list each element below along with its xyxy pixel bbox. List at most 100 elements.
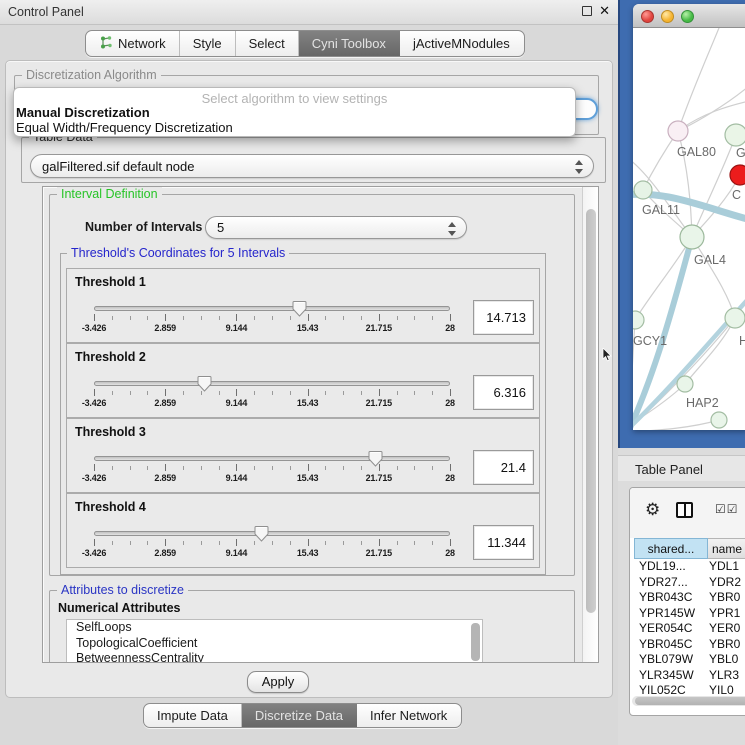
network-node-gcy1[interactable] [633,311,644,329]
slider-tick-label: 9.144 [214,473,258,483]
attribute-list[interactable]: SelfLoopsTopologicalCoefficientBetweenne… [66,619,483,663]
tab-label: Network [118,36,166,51]
tab-label: Style [193,36,222,51]
slider-tick [254,391,255,395]
network-node[interactable] [730,165,745,185]
combo-arrows-icon [575,159,584,175]
slider-tick [343,541,344,545]
attribute-item[interactable]: SelfLoops [67,620,482,636]
slider-tick-label: 21.715 [357,473,401,483]
slider-tick-label: -3.426 [72,323,116,333]
scrollbar-thumb[interactable] [635,697,745,705]
slider-tick-label: 15.43 [286,323,330,333]
tab-style[interactable]: Style [180,31,236,56]
slider-tick [361,391,362,395]
slider-tick-label: -3.426 [72,548,116,558]
table-row[interactable]: YLR345WYLR3 [630,668,745,684]
column-header-shared-name[interactable]: shared... [634,538,708,559]
slider-tick [130,541,131,545]
network-node[interactable] [725,124,745,146]
control-panel-titlebar[interactable]: Control Panel ✕ [0,0,618,25]
slider-tick [361,541,362,545]
slider-tick [379,389,380,396]
threshold-value-field[interactable]: 11.344 [473,525,534,560]
table-data-selected: galFiltered.sif default node [42,159,194,174]
slider-tick [272,541,273,545]
network-icon [99,35,113,53]
gear-icon[interactable]: ⚙ [645,500,660,520]
network-node-gal4[interactable] [680,225,704,249]
node-table: ⚙ ☑☑ shared... name YDL19...YDL1YDR27...… [629,487,745,716]
float-window-icon[interactable] [582,6,592,16]
settings-vertical-scrollbar[interactable] [582,187,598,662]
zoom-traffic-icon[interactable] [681,10,694,23]
threshold-row-4: Threshold 4-3.4262.8599.14415.4321.71528… [66,493,540,568]
network-node[interactable] [711,412,727,428]
network-window-titlebar[interactable] [633,4,745,28]
tab-discretize-data[interactable]: Discretize Data [242,704,357,727]
table-row[interactable]: YBL079WYBL0 [630,652,745,668]
column-split-icon[interactable] [676,502,693,518]
attribute-item[interactable]: TopologicalCoefficient [67,636,482,652]
attribute-list-scrollbar[interactable] [471,623,480,661]
close-traffic-icon[interactable] [641,10,654,23]
tab-impute-data[interactable]: Impute Data [144,704,242,727]
table-toolbar: ⚙ ☑☑ [630,488,745,538]
threshold-value-field[interactable]: 6.316 [473,375,534,410]
network-node[interactable] [634,181,652,199]
network-canvas[interactable]: GAL80GCGAL11GAL4GCY1HHAP2 [633,28,745,430]
select-columns-icon[interactable]: ☑☑ [715,502,739,516]
algorithm-option-1[interactable]: Manual Discretization [16,105,150,120]
group-title: Discretization Algorithm [22,68,161,82]
tab-network[interactable]: Network [86,31,180,56]
table-row[interactable]: YBR043CYBR0 [630,590,745,606]
table-panel-header[interactable]: Table Panel [618,455,745,481]
table-row[interactable]: YPR145WYPR1 [630,606,745,622]
scrollbar-thumb[interactable] [586,209,596,613]
num-intervals-combobox[interactable]: 5 [205,216,467,239]
slider-thumb[interactable] [197,375,212,392]
tab-label: Impute Data [157,708,228,723]
slider-tick [343,316,344,320]
tab-jactivemnodules[interactable]: jActiveMNodules [400,31,524,56]
slider-tick-label: 28 [428,398,472,408]
column-header-name[interactable]: name [708,538,745,559]
table-row[interactable]: YBR045CYBR0 [630,637,745,653]
network-node-gal80[interactable] [668,121,688,141]
slider-thumb[interactable] [368,450,383,467]
network-node[interactable] [725,308,745,328]
table-row[interactable]: YER054CYER0 [630,621,745,637]
slider-track[interactable] [94,531,450,536]
slider-track[interactable] [94,381,450,386]
slider-tick [272,316,273,320]
minimize-traffic-icon[interactable] [661,10,674,23]
algorithm-option-2[interactable]: Equal Width/Frequency Discretization [16,120,233,135]
threshold-value-field[interactable]: 21.4 [473,450,534,485]
slider-thumb[interactable] [254,525,269,542]
table-row[interactable]: YDR27...YDR2 [630,575,745,591]
close-icon[interactable]: ✕ [599,4,610,18]
tab-cyni-toolbox[interactable]: Cyni Toolbox [299,31,400,56]
tab-infer-network[interactable]: Infer Network [357,704,461,727]
table-horizontal-scrollbar[interactable] [632,696,745,706]
cell-name: YLR3 [704,668,745,684]
network-node-hap2[interactable] [677,376,693,392]
numerical-attributes-label: Numerical Attributes [58,601,180,615]
slider-tick-label: 15.43 [286,398,330,408]
apply-button[interactable]: Apply [247,671,309,693]
combo-arrows-icon [448,221,457,237]
attribute-item[interactable]: BetweennessCentrality [67,651,482,663]
network-view-frame[interactable]: GAL80GCGAL11GAL4GCY1HHAP2 [618,0,745,448]
slider-tick [432,466,433,470]
table-data-combobox[interactable]: galFiltered.sif default node [30,154,594,178]
group-title: Attributes to discretize [57,583,188,597]
slider-thumb[interactable] [292,300,307,317]
slider-track[interactable] [94,456,450,461]
threshold-value-field[interactable]: 14.713 [473,300,534,335]
slider-track[interactable] [94,306,450,311]
slider-tick-label: -3.426 [72,473,116,483]
table-row[interactable]: YDL19...YDL1 [630,559,745,575]
tab-select[interactable]: Select [236,31,299,56]
window-title: Control Panel [8,5,84,19]
node-label: HAP2 [686,396,719,410]
